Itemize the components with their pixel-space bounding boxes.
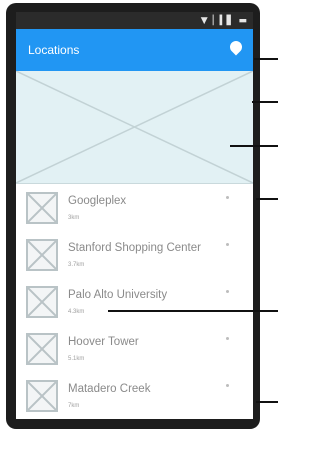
location-row-stanford-shopping-center[interactable]: Stanford Shopping Center 3.7km [16, 231, 253, 278]
location-name: Palo Alto University [68, 288, 168, 301]
annotation-line-row-menu [256, 198, 278, 200]
phone-frame: ▼ ▏▍▋ ▬ Locations Googleplex 3km Stanfor… [6, 3, 260, 429]
signal-icon: ▏▍▋ [212, 15, 234, 26]
overflow-icon[interactable] [226, 290, 229, 293]
map-placeholder[interactable] [16, 71, 253, 184]
annotation-line-map-top [252, 101, 278, 103]
annotation-line-map [230, 145, 278, 147]
location-thumbnail [26, 191, 58, 224]
location-distance: 7km [68, 402, 80, 409]
location-row-matadero-creek[interactable]: Matadero Creek 7km [16, 372, 253, 419]
map-pin-icon[interactable] [229, 41, 243, 59]
overflow-icon[interactable] [226, 243, 229, 246]
location-name: Googleplex [68, 194, 127, 207]
annotation-line-appbar [254, 58, 278, 60]
overflow-icon[interactable] [226, 384, 229, 387]
annotation-line-list [108, 310, 278, 312]
overflow-icon[interactable] [226, 196, 229, 199]
location-distance: 4.3km [68, 308, 85, 315]
location-thumbnail [26, 238, 58, 271]
location-distance: 3km [68, 214, 80, 221]
app-bar-title: Locations [28, 43, 80, 57]
location-list: Googleplex 3km Stanford Shopping Center … [16, 184, 253, 419]
location-thumbnail [26, 285, 58, 318]
location-row-hoover-tower[interactable]: Hoover Tower 5.1km [16, 325, 253, 372]
location-thumbnail [26, 379, 58, 412]
app-bar: Locations [16, 29, 253, 71]
location-name: Matadero Creek [68, 382, 151, 395]
location-row-googleplex[interactable]: Googleplex 3km [16, 184, 253, 231]
status-bar: ▼ ▏▍▋ ▬ [16, 12, 253, 29]
location-distance: 3.7km [68, 261, 85, 268]
wifi-icon: ▼ [200, 15, 208, 26]
annotation-line-bottom [256, 401, 278, 403]
location-row-palo-alto-university[interactable]: Palo Alto University 4.3km [16, 278, 253, 325]
location-name: Stanford Shopping Center [68, 241, 201, 254]
map-placeholder-cross [16, 71, 253, 183]
overflow-icon[interactable] [226, 337, 229, 340]
location-name: Hoover Tower [68, 335, 139, 348]
battery-icon: ▬ [238, 15, 247, 26]
phone-screen: ▼ ▏▍▋ ▬ Locations Googleplex 3km Stanfor… [16, 12, 253, 419]
location-distance: 5.1km [68, 355, 85, 362]
location-thumbnail [26, 332, 58, 365]
